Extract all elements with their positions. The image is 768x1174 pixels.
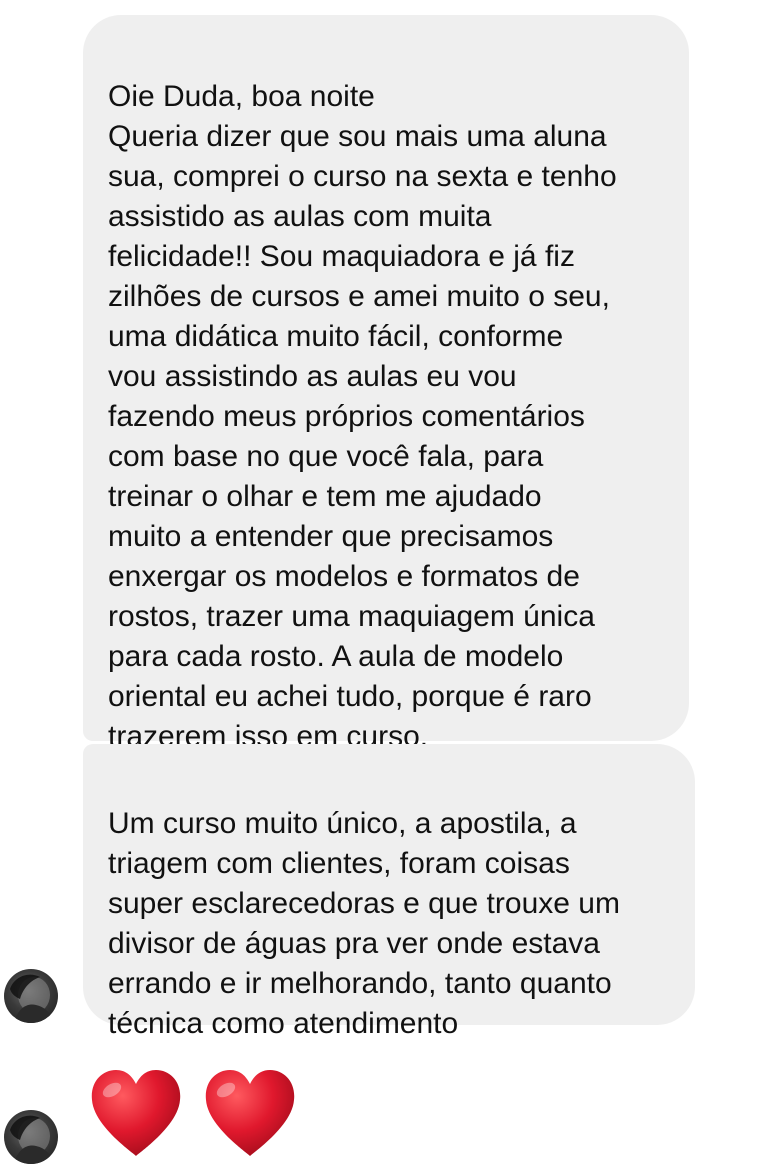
profile-photo-icon [10, 1115, 54, 1164]
red-heart-icon [205, 1070, 295, 1156]
message-bubble[interactable]: Um curso muito único, a apostila, a tria… [83, 744, 695, 1040]
profile-photo-icon [10, 974, 54, 1023]
message-text: Um curso muito único, a apostila, a tria… [108, 807, 620, 1040]
emoji-message[interactable] [86, 1064, 300, 1164]
message-bubble[interactable]: Oie Duda, boa noite Queria dizer que sou… [83, 15, 689, 753]
message-text: Oie Duda, boa noite Queria dizer que sou… [108, 80, 617, 753]
sender-avatar[interactable] [4, 1110, 58, 1164]
sender-avatar[interactable] [4, 969, 58, 1023]
red-heart-icon [91, 1070, 181, 1156]
